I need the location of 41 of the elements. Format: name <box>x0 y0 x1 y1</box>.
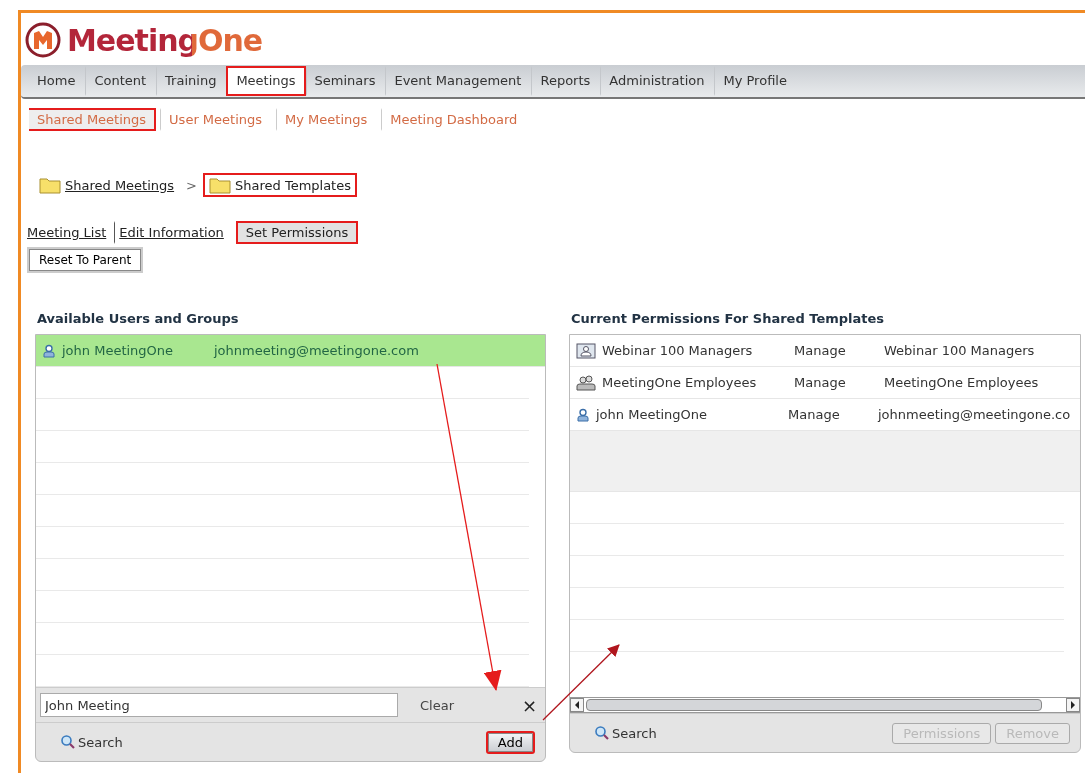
page-tab[interactable]: Set Permissions <box>235 220 359 244</box>
nav-tab[interactable]: Home <box>27 66 86 96</box>
breadcrumb-link[interactable]: Shared Meetings <box>33 173 181 197</box>
scroll-left-icon[interactable] <box>570 698 584 712</box>
user-row[interactable]: john MeetingOne johnmeeting@meetingone.com <box>36 335 545 367</box>
user-icon <box>42 343 56 358</box>
logo-icon <box>25 22 61 58</box>
nav-tab[interactable]: My Profile <box>714 66 797 96</box>
contact-card-icon <box>576 342 596 359</box>
group-icon <box>576 374 596 391</box>
search-icon <box>60 734 76 750</box>
user-icon <box>576 407 590 422</box>
permission-row[interactable]: MeetingOne Employees Manage MeetingOne Employees <box>570 367 1080 399</box>
nav-tab[interactable]: Meetings <box>226 66 306 96</box>
nav-tab[interactable]: Reports <box>531 66 601 96</box>
search-button[interactable]: Search <box>60 734 123 750</box>
page-tab[interactable]: Edit Information <box>114 220 230 244</box>
clear-link[interactable]: Clear <box>420 697 454 713</box>
nav-tab[interactable]: Content <box>85 66 157 96</box>
breadcrumb-separator: > <box>186 177 197 193</box>
add-button[interactable]: Add <box>485 730 535 754</box>
search-field[interactable]: John Meeting <box>40 693 398 717</box>
reset-to-parent-button[interactable]: Reset To Parent <box>27 247 144 273</box>
close-button[interactable]: × <box>521 694 537 716</box>
nav-tab[interactable]: Seminars <box>305 66 386 96</box>
permission-row[interactable]: Webinar 100 Managers Manage Webinar 100 Managers <box>570 335 1080 367</box>
subnav-link[interactable]: Meeting Dashboard <box>381 107 528 131</box>
search-button[interactable]: Search <box>594 725 657 741</box>
nav-tab[interactable]: Event Management <box>385 66 532 96</box>
page-tab[interactable]: Meeting List <box>27 220 113 244</box>
breadcrumb-link[interactable]: Shared Templates <box>203 173 357 197</box>
folder-icon <box>209 176 231 194</box>
nav-tab[interactable]: Administration <box>600 66 715 96</box>
subnav-link[interactable]: User Meetings <box>160 107 273 131</box>
subnav-link[interactable]: My Meetings <box>276 107 378 131</box>
scroll-right-icon[interactable] <box>1066 698 1080 712</box>
horizontal-scrollbar[interactable] <box>570 697 1080 713</box>
panel-title: Current Permissions For Shared Templates <box>570 311 886 328</box>
folder-icon <box>39 176 61 194</box>
search-icon <box>594 725 610 741</box>
panel-title: Available Users and Groups <box>36 311 240 328</box>
